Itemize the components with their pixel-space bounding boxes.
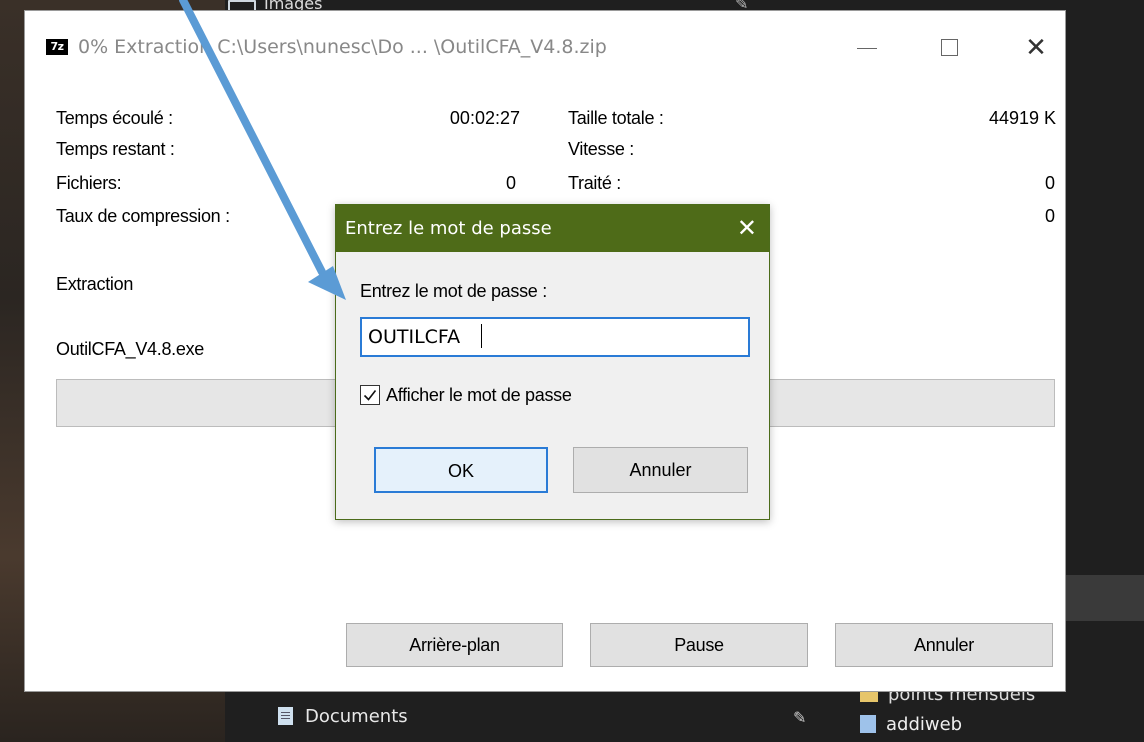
password-dialog: Entrez le mot de passe ✕ Entrez le mot d… bbox=[335, 204, 770, 520]
shortcut-icon bbox=[860, 715, 876, 733]
dialog-cancel-button[interactable]: Annuler bbox=[573, 447, 748, 493]
speed-label: Vitesse : bbox=[568, 139, 635, 159]
total-size-value: 44919 K bbox=[988, 108, 1056, 128]
title-bar[interactable]: 7z 0% Extraction C:\Users\nunesc\Do ... … bbox=[25, 11, 1065, 79]
show-password-label[interactable]: Afficher le mot de passe bbox=[386, 385, 572, 406]
minimize-button[interactable] bbox=[852, 33, 882, 63]
cancel-extraction-button[interactable]: Annuler bbox=[835, 623, 1053, 667]
password-input[interactable] bbox=[360, 317, 750, 357]
text-caret bbox=[481, 324, 482, 348]
compressed-value: 0 bbox=[1044, 206, 1055, 226]
pin-icon[interactable]: ✎ bbox=[793, 708, 806, 728]
7zip-icon: 7z bbox=[46, 39, 68, 55]
ok-button[interactable]: OK bbox=[374, 447, 548, 493]
maximize-icon bbox=[941, 39, 958, 56]
processed-label: Traité : bbox=[568, 173, 621, 193]
close-button[interactable]: ✕ bbox=[1021, 33, 1051, 63]
dialog-close-button[interactable]: ✕ bbox=[737, 213, 757, 243]
show-password-checkbox[interactable] bbox=[360, 385, 380, 405]
current-file: OutilCFA_V4.8.exe bbox=[56, 339, 204, 359]
background-button[interactable]: Arrière-plan bbox=[346, 623, 563, 667]
remaining-label: Temps restant : bbox=[56, 139, 175, 159]
explorer-item-addiweb[interactable]: addiweb bbox=[860, 714, 962, 735]
document-icon bbox=[278, 707, 293, 725]
explorer-item-points-mensuels[interactable]: points mensuels bbox=[860, 690, 1035, 704]
elapsed-label: Temps écoulé : bbox=[56, 108, 173, 128]
password-prompt: Entrez le mot de passe : bbox=[360, 281, 547, 301]
ratio-label: Taux de compression : bbox=[56, 206, 230, 226]
files-label: Fichiers: bbox=[56, 173, 122, 193]
checkmark-icon bbox=[363, 390, 377, 401]
window-title: 0% Extraction C:\Users\nunesc\Do ... \Ou… bbox=[78, 36, 607, 58]
dialog-title: Entrez le mot de passe bbox=[345, 218, 552, 239]
elapsed-value: 00:02:27 bbox=[449, 108, 520, 128]
close-icon: ✕ bbox=[1025, 33, 1047, 63]
close-icon: ✕ bbox=[736, 214, 757, 242]
operation-label: Extraction bbox=[56, 274, 134, 294]
dialog-title-bar[interactable]: Entrez le mot de passe ✕ bbox=[336, 205, 769, 252]
files-value: 0 bbox=[505, 173, 516, 193]
total-size-label: Taille totale : bbox=[568, 108, 664, 128]
pin-icon[interactable]: ✎ bbox=[735, 0, 748, 13]
processed-value: 0 bbox=[1044, 173, 1055, 193]
explorer-selection-highlight bbox=[1060, 575, 1144, 621]
maximize-button[interactable] bbox=[935, 33, 965, 63]
pause-button[interactable]: Pause bbox=[590, 623, 808, 667]
explorer-item-documents[interactable]: Documents bbox=[278, 706, 408, 727]
minimize-icon bbox=[857, 48, 877, 49]
